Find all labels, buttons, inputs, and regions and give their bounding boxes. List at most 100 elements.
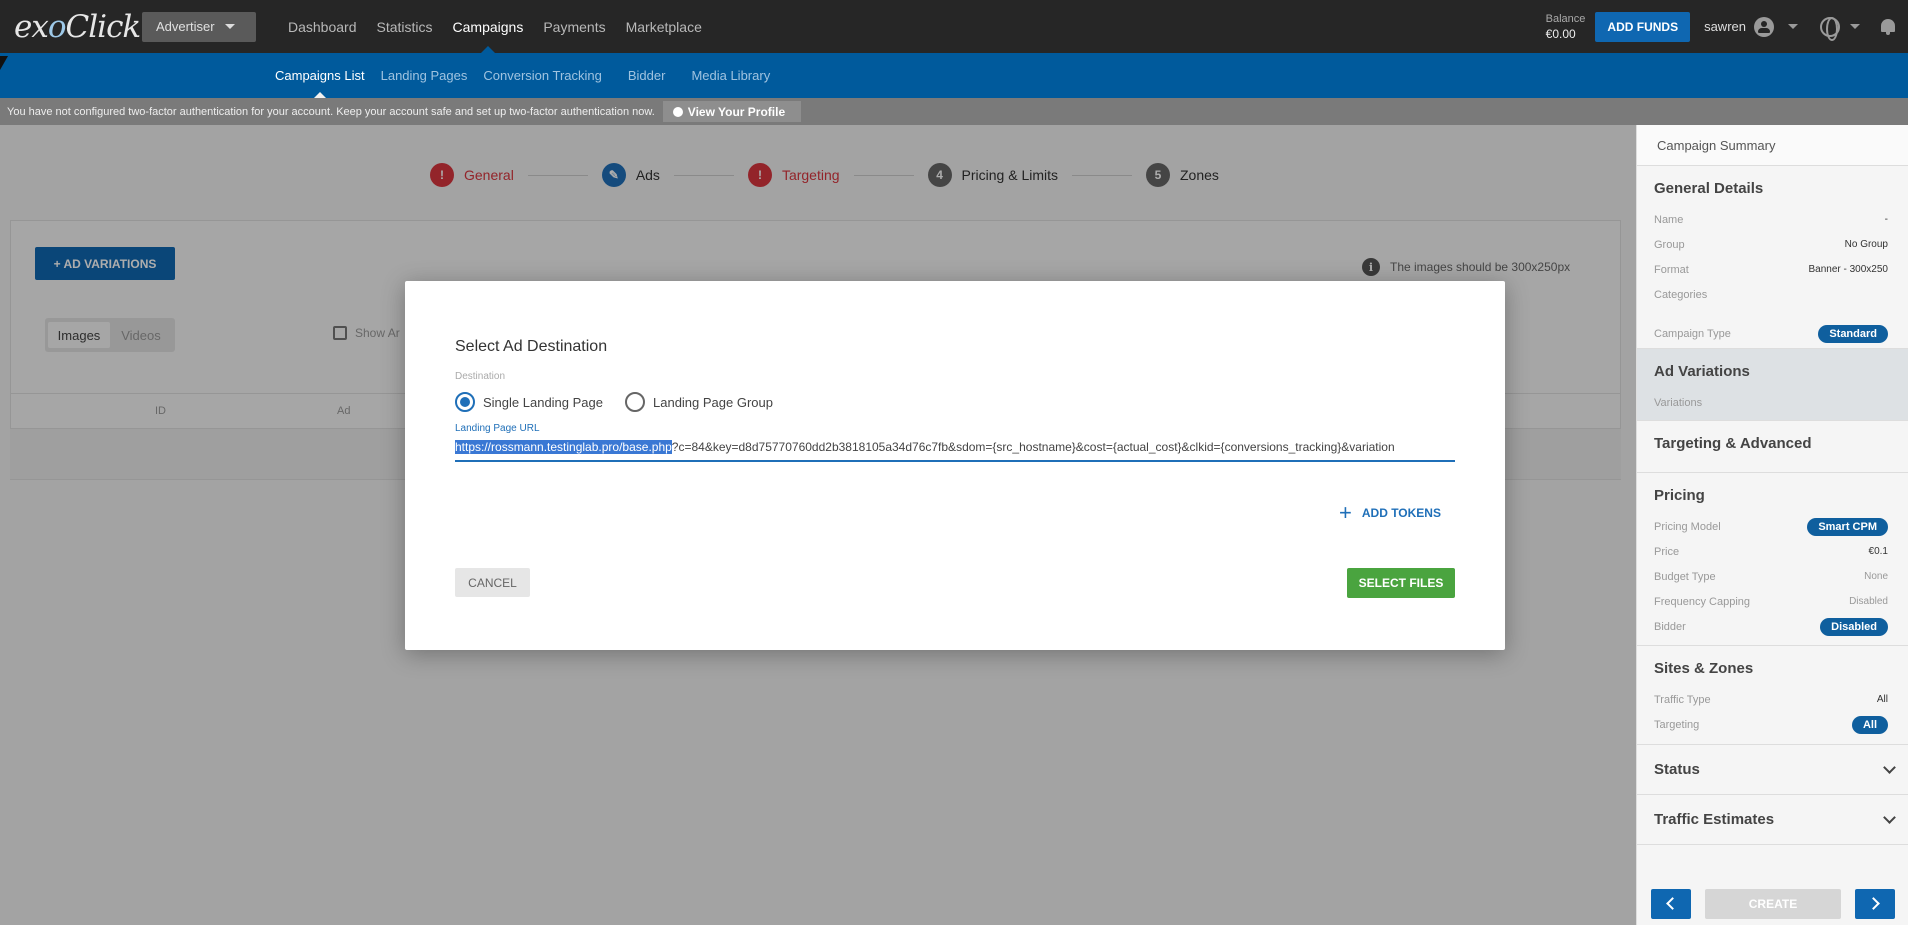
balance-value: €0.00 <box>1545 26 1576 41</box>
previous-step-button[interactable] <box>1651 888 1691 919</box>
nav-payments[interactable]: Payments <box>533 0 615 53</box>
targeting-advanced-section[interactable]: Targeting & Advanced <box>1637 421 1908 473</box>
subnav-media-library[interactable]: Media Library <box>683 53 778 98</box>
section-title: Sites & Zones <box>1654 660 1754 677</box>
ad-variations-section[interactable]: Ad Variations Variations <box>1637 349 1908 421</box>
kv-value: Disabled <box>1849 596 1888 607</box>
pricing-section: Pricing Pricing Model Smart CPM Price €0.1… <box>1637 473 1908 646</box>
radio-unchecked-icon <box>625 392 645 412</box>
radio-checked-icon <box>455 392 475 412</box>
summary-row: Categories <box>1654 282 1888 307</box>
user-icon <box>672 106 683 117</box>
radio-label: Landing Page Group <box>653 394 773 410</box>
plus-icon: + <box>1339 500 1352 525</box>
user-menu[interactable]: sawren <box>1704 16 1798 37</box>
kv-label: Bidder <box>1654 620 1686 633</box>
summary-row: Format Banner - 300x250 <box>1654 257 1888 282</box>
subnav-landing-pages[interactable]: Landing Pages <box>373 53 476 98</box>
summary-row: Bidder Disabled <box>1654 614 1888 639</box>
summary-row: Targeting All <box>1654 712 1888 737</box>
user-avatar-icon <box>1754 16 1774 37</box>
landing-page-url-input[interactable]: https://rossmann.testinglab.pro/base.php… <box>455 438 1455 462</box>
next-step-button[interactable] <box>1855 888 1895 919</box>
section-title: Traffic Estimates <box>1654 811 1775 828</box>
campaign-summary-panel: Campaign Summary General Details Name - G… <box>1636 125 1908 925</box>
destination-options: Single Landing Page Landing Page Group <box>455 392 773 412</box>
select-files-button[interactable]: SELECT FILES <box>1347 568 1455 598</box>
subnav-campaigns-list[interactable]: Campaigns List <box>267 53 373 98</box>
section-title: Ad Variations <box>1654 363 1750 380</box>
summary-row: Name - <box>1654 207 1888 232</box>
targeting-badge: All <box>1851 715 1888 734</box>
chevron-left-icon <box>1666 897 1679 910</box>
radio-single-landing-page[interactable]: Single Landing Page <box>455 392 603 412</box>
sites-zones-section: Sites & Zones Traffic Type All Targeting A… <box>1637 646 1908 745</box>
globe-icon[interactable] <box>1820 16 1840 41</box>
header-right: Balance €0.00 ADD FUNDS sawren <box>1546 0 1908 53</box>
kv-label: Group <box>1654 238 1685 251</box>
url-remaining-text: ?c=84&key=d8d75770760dd2b3818105a34d76c7… <box>671 440 1395 454</box>
summary-row: Price €0.1 <box>1654 539 1888 564</box>
kv-label: Format <box>1654 263 1689 276</box>
sub-nav: Campaigns List Landing Pages Conversion … <box>0 53 1908 98</box>
account-type-dropdown[interactable]: Advertiser <box>142 11 256 42</box>
chevron-down-icon <box>1883 810 1896 824</box>
landing-page-url-label: Landing Page URL <box>455 423 540 434</box>
balance: Balance €0.00 <box>1546 12 1586 42</box>
campaign-type-badge: Standard <box>1818 324 1888 343</box>
summary-row: Variations <box>1654 390 1888 415</box>
balance-label: Balance <box>1545 12 1586 25</box>
section-title: Targeting & Advanced <box>1654 435 1812 452</box>
summary-row: Frequency Capping Disabled <box>1654 589 1888 614</box>
section-title: Pricing <box>1654 487 1705 504</box>
kv-value: Banner - 300x250 <box>1808 264 1888 275</box>
create-button[interactable]: CREATE <box>1705 888 1841 919</box>
kv-value: - <box>1884 214 1888 225</box>
add-funds-button[interactable]: ADD FUNDS <box>1595 11 1691 42</box>
kv-label: Targeting <box>1654 718 1700 731</box>
traffic-estimates-section-toggle[interactable]: Traffic Estimates <box>1637 795 1908 845</box>
kv-label: Price <box>1654 545 1680 558</box>
bidder-badge: Disabled <box>1820 617 1888 636</box>
add-tokens-button[interactable]: + ADD TOKENS <box>1339 500 1441 525</box>
status-section-toggle[interactable]: Status <box>1637 745 1908 795</box>
general-details-section: General Details Name - Group No Group Form… <box>1637 166 1908 349</box>
caret-down-icon <box>224 24 235 29</box>
summary-row: Budget Type None <box>1654 564 1888 589</box>
summary-footer: CREATE <box>1637 882 1908 925</box>
modal-title: Select Ad Destination <box>455 338 608 355</box>
nav-campaigns[interactable]: Campaigns <box>443 0 534 53</box>
username: sawren <box>1704 19 1746 34</box>
top-bar: exoClick Advertiser Dashboard Statistics… <box>0 0 1908 53</box>
kv-label: Campaign Type <box>1654 327 1731 340</box>
cancel-button[interactable]: CANCEL <box>455 568 530 597</box>
language-chevron-icon[interactable] <box>1850 24 1860 29</box>
two-factor-banner: You have not configured two-factor authe… <box>0 98 1908 125</box>
bell-icon[interactable] <box>1880 18 1896 36</box>
kv-label: Name <box>1654 213 1684 226</box>
view-profile-button[interactable]: View Your Profile <box>662 101 802 122</box>
kv-value: None <box>1864 571 1888 582</box>
nav-marketplace[interactable]: Marketplace <box>616 0 712 53</box>
nav-statistics[interactable]: Statistics <box>367 0 443 53</box>
subnav-conversion-tracking[interactable]: Conversion Tracking <box>475 53 610 98</box>
pricing-model-badge: Smart CPM <box>1807 517 1888 536</box>
mouse-cursor-icon <box>0 56 8 70</box>
kv-label: Pricing Model <box>1654 520 1721 533</box>
select-ad-destination-modal: Select Ad Destination Destination Single… <box>405 281 1505 650</box>
kv-label: Traffic Type <box>1654 693 1711 706</box>
summary-row: Pricing Model Smart CPM <box>1654 514 1888 539</box>
subnav-bidder[interactable]: Bidder <box>620 53 674 98</box>
summary-row: Traffic Type All <box>1654 687 1888 712</box>
section-title: General Details <box>1654 180 1764 197</box>
main-nav: Dashboard Statistics Campaigns Payments … <box>278 0 712 53</box>
nav-dashboard[interactable]: Dashboard <box>278 0 367 53</box>
radio-label: Single Landing Page <box>483 394 603 410</box>
add-tokens-label: ADD TOKENS <box>1361 506 1441 520</box>
url-selected-text: https://rossmann.testinglab.pro/base.php <box>455 440 672 454</box>
radio-landing-page-group[interactable]: Landing Page Group <box>625 392 773 412</box>
kv-value: €0.1 <box>1868 546 1888 557</box>
kv-label: Categories <box>1654 288 1708 301</box>
exoclick-logo[interactable]: exoClick <box>14 9 141 45</box>
kv-value: All <box>1876 694 1888 705</box>
